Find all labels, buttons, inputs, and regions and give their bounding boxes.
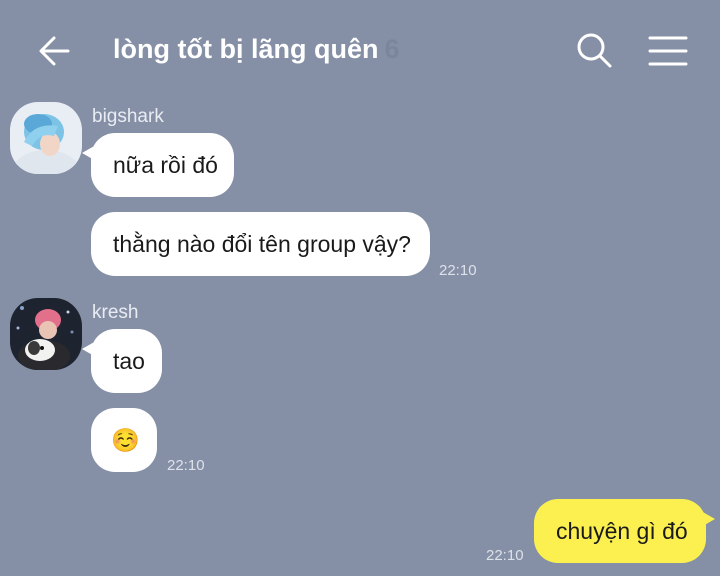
avatar-bigshark[interactable] [10,102,82,174]
chat-title: lòng tốt bị lãng quên 6 [113,34,399,65]
message-timestamp: 22:10 [439,262,477,279]
avatar-kresh[interactable] [10,298,82,370]
my-message-bubble[interactable]: chuyện gì đó [534,499,715,563]
sender-name: bigshark [92,106,164,127]
message-bubble[interactable]: tao [82,329,162,393]
menu-icon [648,36,688,66]
menu-button[interactable] [648,32,688,70]
message-bubble[interactable]: thằng nào đổi tên group vậy? [91,212,430,276]
sender-name: kresh [92,302,139,323]
search-icon [577,33,612,68]
message-bubble[interactable]: ☺️ [91,408,157,472]
message-timestamp: 22:10 [167,457,205,474]
message-bubble[interactable]: nữa rồi đó [82,133,234,197]
search-button[interactable] [574,30,614,70]
group-name: lòng tốt bị lãng quên [113,34,379,64]
member-count: 6 [384,34,400,64]
chat-header: lòng tốt bị lãng quên 6 [0,0,720,100]
back-button[interactable] [34,30,76,72]
message-timestamp: 22:10 [486,547,524,564]
back-arrow-icon [39,36,70,66]
